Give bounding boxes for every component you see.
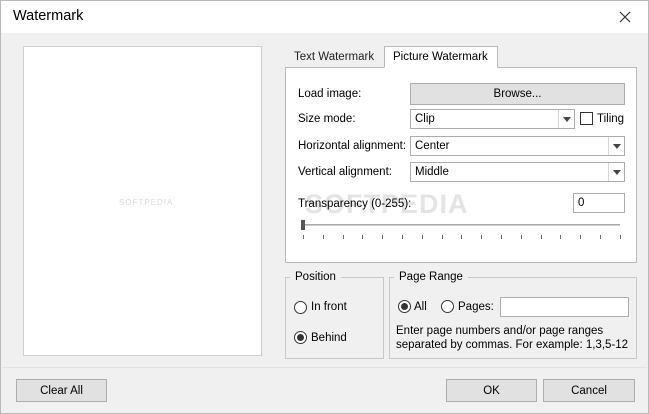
footer-separator: [2, 367, 647, 368]
all-pages-label: All: [414, 301, 427, 313]
slider-tick: [501, 235, 502, 239]
behind-radio[interactable]: [294, 331, 307, 344]
vertical-alignment-value: Middle: [415, 166, 449, 178]
cancel-button[interactable]: Cancel: [543, 379, 635, 402]
vertical-alignment-select[interactable]: Middle: [410, 162, 625, 182]
transparency-slider-thumb[interactable]: [301, 220, 305, 230]
tiling-label: Tiling: [597, 113, 625, 125]
size-mode-select[interactable]: Clip: [410, 109, 575, 129]
clear-all-button[interactable]: Clear All: [16, 379, 107, 402]
slider-tick: [362, 235, 364, 239]
preview-watermark: SOFTPEDIA: [119, 198, 174, 207]
slider-tick: [402, 235, 403, 239]
pages-label: Pages:: [458, 301, 494, 313]
window-title: Watermark: [13, 8, 84, 24]
slider-tick: [481, 235, 483, 239]
tiling-checkbox[interactable]: [580, 112, 593, 125]
watermark-dialog: Watermark SOFTPEDIA Text Watermark Pictu…: [0, 0, 649, 414]
chevron-down-icon: [612, 143, 621, 149]
slider-tick: [560, 235, 562, 239]
slider-tick: [382, 235, 384, 239]
transparency-label: Transparency (0-255):: [298, 198, 412, 210]
tab-text-watermark[interactable]: Text Watermark: [286, 46, 384, 68]
slider-tick: [421, 235, 423, 239]
position-legend: Position: [295, 271, 336, 283]
slider-tick: [322, 235, 324, 239]
position-group: Position: [285, 271, 384, 359]
size-mode-label: Size mode:: [298, 113, 356, 125]
horizontal-alignment-value: Center: [415, 140, 450, 152]
slider-tick: [580, 235, 582, 239]
horizontal-alignment-select[interactable]: Center: [410, 136, 625, 156]
size-mode-value: Clip: [415, 113, 435, 125]
slider-tick: [600, 235, 601, 239]
slider-tick: [441, 235, 443, 239]
load-image-label: Load image:: [298, 88, 362, 100]
behind-label: Behind: [311, 332, 347, 344]
slider-tick: [619, 235, 621, 239]
slider-tick: [342, 235, 344, 239]
title-bar: Watermark: [1, 1, 648, 33]
horizontal-alignment-label: Horizontal alignment:: [298, 140, 407, 152]
tab-picture-watermark[interactable]: Picture Watermark: [384, 46, 498, 68]
vertical-alignment-label: Vertical alignment:: [298, 166, 392, 178]
in-front-label: In front: [311, 301, 347, 313]
ok-button[interactable]: OK: [446, 379, 537, 402]
pages-radio[interactable]: [441, 300, 454, 313]
browse-button[interactable]: Browse...: [410, 83, 625, 105]
chevron-down-icon: [562, 116, 571, 122]
slider-tick: [520, 235, 522, 239]
all-pages-radio[interactable]: [398, 300, 411, 313]
transparency-slider-track[interactable]: [303, 224, 620, 226]
chevron-down-icon: [612, 169, 621, 175]
slider-tick: [303, 235, 304, 239]
slider-tick: [540, 235, 542, 239]
page-range-legend: Page Range: [399, 271, 463, 283]
pages-input[interactable]: [500, 297, 629, 317]
page-range-hint-line2: separated by commas. For example: 1,3,5-…: [396, 339, 629, 351]
close-icon: [619, 11, 631, 23]
in-front-radio[interactable]: [294, 301, 307, 314]
close-button[interactable]: [610, 4, 640, 30]
page-preview: SOFTPEDIA: [23, 46, 262, 356]
slider-tick: [461, 235, 463, 239]
transparency-input[interactable]: 0: [573, 193, 625, 213]
page-range-hint-line1: Enter page numbers and/or page ranges: [396, 325, 604, 337]
